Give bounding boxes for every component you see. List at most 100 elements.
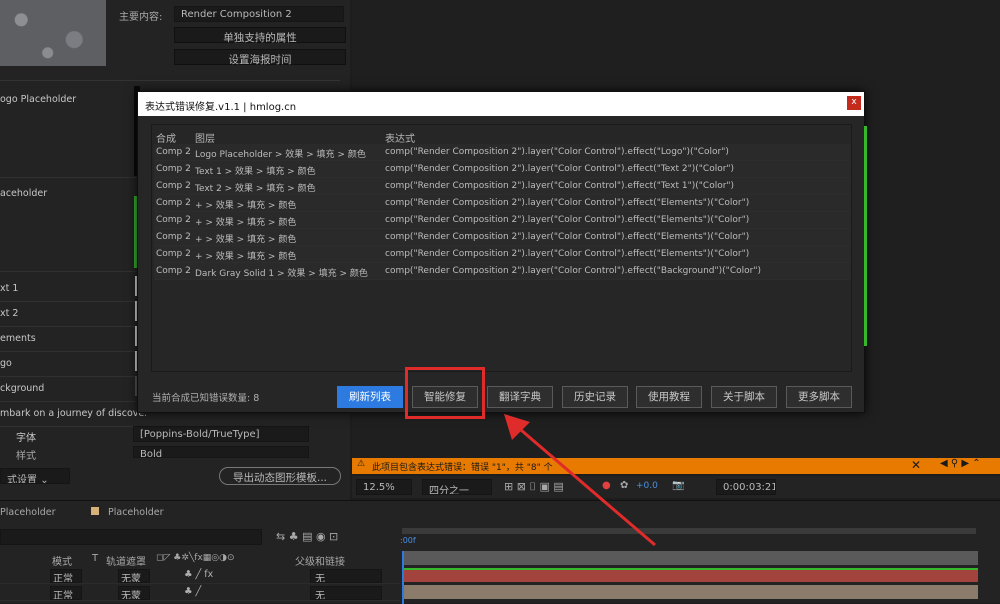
more-scripts-button[interactable]: 更多脚本 [786,386,852,408]
row-layer: + > 效果 > 填充 > 颜色 [195,218,297,228]
style-label: 样式 [16,451,36,462]
layer-row-logo2[interactable]: go [0,352,146,377]
warning-icon: ⚠ [357,459,366,469]
error-row[interactable]: Comp 2 Dark Gray Solid 1 > 效果 > 填充 > 颜色 co… [154,263,851,280]
set-poster-time-button[interactable]: 设置海报时间 [174,49,346,66]
playhead[interactable] [402,551,404,604]
timeline-search-input[interactable] [0,529,262,545]
export-mogrt-button[interactable]: 导出动态图形模板... [219,467,341,485]
mode-dropdown[interactable]: 正常 [50,569,82,583]
chevron-down-icon: ⌄ [40,475,49,484]
dialog-title: 表达式错误修复.v1.1 | hmlog.cn [145,102,297,113]
style-dropdown[interactable]: Bold [133,446,309,458]
col-header-layer[interactable]: 图层 [195,130,215,145]
shy-icon[interactable]: ♣ ╱ fx [184,569,213,580]
row-expression: comp("Render Composition 2").layer("Colo… [385,164,735,174]
col-header-comp[interactable]: 合成 [156,130,176,145]
col-mode: 模式 [52,557,72,568]
error-row[interactable]: Comp 2 + > 效果 > 填充 > 颜色 comp("Render Compo… [154,195,851,212]
standalone-props-button[interactable]: 单独支持的属性 [174,27,346,44]
tab-placeholder-right[interactable]: Placeholder [108,507,164,518]
zoom-value: 12.5% [363,482,395,493]
error-row[interactable]: Comp 2 + > 效果 > 填充 > 颜色 comp("Render Compo… [154,212,851,229]
shy-icon[interactable]: ♣ ╱ [184,586,201,597]
layer-row-text-content[interactable]: mbark on a journey of discove... [0,402,146,427]
nav-arrows-icon[interactable]: ◀ ⚲ ▶ ⌃ [940,458,981,469]
row-layer: Dark Gray Solid 1 > 效果 > 填充 > 颜色 [195,269,368,279]
track-bar[interactable] [402,551,978,565]
track-bar[interactable] [402,568,978,582]
timeline-tool-icons[interactable]: ⇆ ♣ ▤ ◉ ⊡ [276,530,338,543]
camera-icon[interactable]: 📷 [672,480,684,491]
close-icon[interactable]: ✕ [911,458,921,472]
main-content-field[interactable]: Render Composition 2 [174,6,344,22]
annotation-arrow [504,414,656,547]
dialog-titlebar[interactable]: 表达式错误修复.v1.1 | hmlog.cn x [138,92,864,116]
font-label: 字体 [16,433,36,444]
col-parent: 父级和链接 [295,557,345,568]
tab-placeholder-left[interactable]: Placeholder [0,507,56,518]
resolution-value: 四分之一 [429,486,469,495]
layer-label: mbark on a journey of discove... [0,408,146,419]
timeline-layer-row[interactable]: 正常 无蒙 ♣ ╱ 无 [0,585,400,601]
error-count-text: 当前合成已知错误数量: 8 [152,393,260,404]
row-comp: Comp 2 [156,181,191,191]
parent-dropdown[interactable]: 无 [310,586,382,600]
time-ruler[interactable] [402,528,976,534]
layer-row-text1[interactable]: xt 1 [0,277,146,302]
label-color-swatch [91,507,99,515]
row-expression: comp("Render Composition 2").layer("Colo… [385,181,735,191]
divider [0,80,340,81]
row-expression: comp("Render Composition 2").layer("Colo… [385,266,761,276]
translate-dictionary-button[interactable]: 翻译字典 [487,386,553,408]
col-track-matte: 轨道遮罩 [106,557,146,568]
layer-label: xt 1 [0,283,19,294]
error-row[interactable]: Comp 2 + > 效果 > 填充 > 颜色 comp("Render Compo… [154,229,851,246]
error-list[interactable]: 合成 图层 表达式 Comp 2 Logo Placeholder > 效果 > … [151,124,852,372]
parent-value: 无 [315,591,325,600]
row-expression: comp("Render Composition 2").layer("Colo… [385,215,750,225]
resolution-dropdown[interactable]: 四分之一 [422,479,492,495]
close-button[interactable]: x [847,96,861,110]
matte-value: 无蒙 [121,591,141,600]
row-expression: comp("Render Composition 2").layer("Colo… [385,249,750,259]
matte-dropdown[interactable]: 无蒙 [118,586,150,600]
timeline-layer-row[interactable]: 正常 无蒙 ♣ ╱ fx 无 [0,568,400,584]
font-dropdown[interactable]: [Poppins-Bold/TrueType] [133,426,309,442]
history-button[interactable]: 历史记录 [562,386,628,408]
row-layer: + > 效果 > 填充 > 颜色 [195,201,297,211]
layer-row-background[interactable]: ckground [0,377,146,402]
refresh-list-button[interactable]: 刷新列表 [337,386,403,408]
format-settings-label: 式设置 [7,475,37,484]
row-comp: Comp 2 [156,198,191,208]
layer-row-elements[interactable]: ements [0,327,146,352]
col-header-expression[interactable]: 表达式 [385,130,415,145]
zoom-dropdown[interactable]: 12.5% [356,479,412,495]
error-row[interactable]: Comp 2 Text 1 > 效果 > 填充 > 颜色 comp("Render … [154,161,851,178]
format-settings-dropdown[interactable]: 式设置 ⌄ [0,468,70,484]
matte-dropdown[interactable]: 无蒙 [118,569,150,583]
parent-value: 无 [315,574,325,583]
layer-row-text2[interactable]: xt 2 [0,302,146,327]
error-row[interactable]: Comp 2 + > 效果 > 填充 > 颜色 comp("Render Compo… [154,246,851,263]
dialog-scrollbar[interactable] [864,126,867,346]
track-bar[interactable] [402,585,978,599]
about-script-button[interactable]: 关于脚本 [711,386,777,408]
parent-dropdown[interactable]: 无 [310,569,382,583]
layer-row-placeholder[interactable]: aceholder [0,182,146,272]
tutorial-button[interactable]: 使用教程 [636,386,702,408]
timecode-field[interactable]: 0:00:03:21 [716,479,776,495]
mode-dropdown[interactable]: 正常 [50,586,82,600]
matte-value: 无蒙 [121,574,141,583]
viewer-toolbar: 12.5% 四分之一 ⊞ ⊠ ⌷ ▣ ▤ ● ✿ +0.0 📷 0:00:03:… [352,476,1000,498]
error-row[interactable]: Comp 2 Text 2 > 效果 > 填充 > 颜色 comp("Render … [154,178,851,195]
row-layer: + > 效果 > 填充 > 颜色 [195,235,297,245]
font-value: [Poppins-Bold/TrueType] [140,429,260,440]
main-content-label: 主要内容: [119,12,163,23]
row-expression: comp("Render Composition 2").layer("Colo… [385,147,729,157]
expression-warning-bar[interactable]: ⚠ 此项目包含表达式错误：错误 "1"，共 "8" 个 ✕ ◀ ⚲ ▶ ⌃ [352,458,1000,474]
layer-row-logo[interactable]: ogo Placeholder [0,88,146,178]
error-row[interactable]: Comp 2 Logo Placeholder > 效果 > 填充 > 颜色 com… [154,144,851,161]
row-comp: Comp 2 [156,147,191,157]
col-t: T [92,553,99,564]
